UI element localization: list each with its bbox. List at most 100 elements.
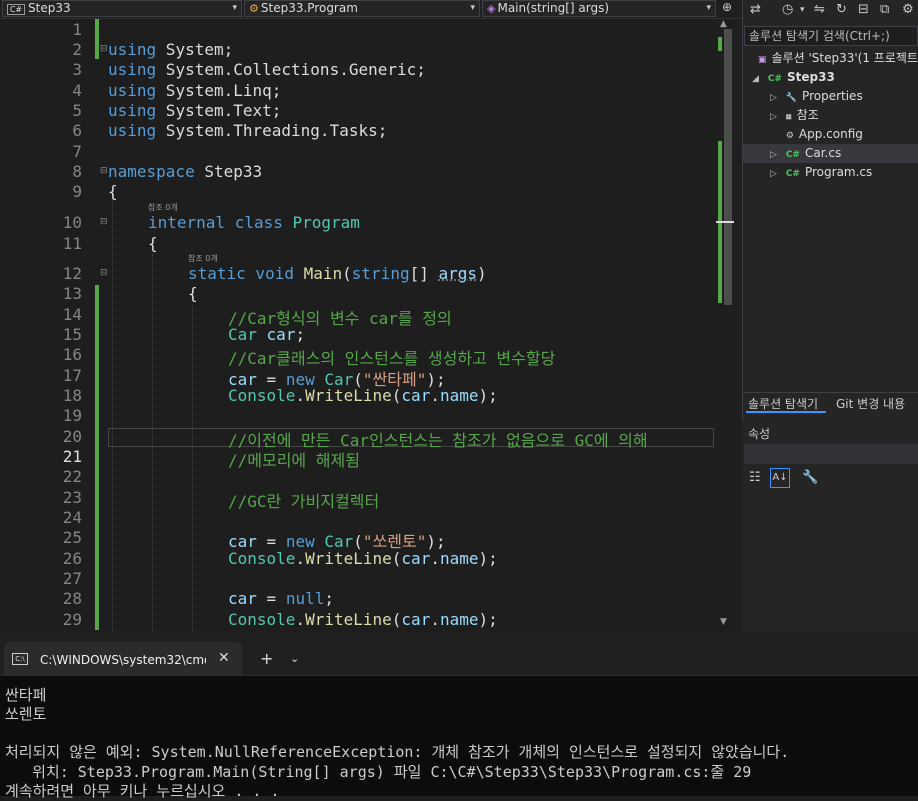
refresh-icon[interactable]: ↻ [836,2,847,17]
tree-item-references[interactable]: ▷ ⧈ 참조 [770,106,819,126]
line-number: 6 [72,121,82,140]
copy-icon[interactable]: ⧉ [880,2,889,17]
line-number: 14 [62,305,82,324]
line-number: 24 [62,508,82,527]
line-number: 19 [62,406,82,425]
csharp-project-icon: C# [767,74,782,84]
line-number: 25 [62,528,82,547]
expanded-arrow-icon[interactable]: ◢ [752,70,764,88]
collapse-icon[interactable]: ⊟ [100,217,108,227]
sync-icon[interactable]: ⇄ [750,2,761,17]
collapsed-arrow-icon[interactable]: ▷ [770,165,782,183]
reference-count-hint[interactable]: 참조 0개 [188,253,218,264]
change-marker [95,19,99,59]
reference-count-hint[interactable]: 참조 0개 [148,202,178,213]
collapse-all-icon[interactable]: ⊟ [858,2,869,17]
switch-view-icon[interactable]: ⇋ [814,2,825,17]
chevron-down-icon[interactable]: ⌄ [290,652,299,665]
line-number: 12 [62,264,82,283]
tree-item-properties[interactable]: ▷ 🔧 Properties [770,87,863,107]
line-number: 11 [62,234,82,253]
line-number: 22 [62,467,82,486]
code-line: using System; [108,40,234,59]
alphabetical-icon[interactable]: A↓ [770,468,790,488]
close-icon[interactable]: ✕ [218,650,230,666]
tree-item-car-cs[interactable]: ▷ C# Car.cs [770,144,841,164]
config-file-icon: ⚙ [785,131,794,141]
tree-item-project[interactable]: ◢ C# Step33 [752,68,835,88]
new-tab-icon[interactable]: + [260,649,273,668]
line-number: 9 [72,182,82,201]
scroll-down-icon[interactable]: ▼ [720,617,727,627]
project-dropdown[interactable]: C# Step33 ▾ [2,0,242,17]
code-line: car = null; [228,589,334,608]
solution-search-input[interactable]: 솔루션 탐색기 검색(Ctrl+;) [744,26,918,46]
line-number: 28 [62,589,82,608]
navigation-bar: C# Step33 ▾ ⚙ Step33.Program ▾ ◈ Main(strin… [0,0,742,19]
property-pages-icon[interactable]: 🔧 [802,470,818,485]
tree-item-program-cs[interactable]: ▷ C# Program.cs [770,163,872,183]
code-line: using System.Threading.Tasks; [108,121,388,140]
line-number: 17 [62,366,82,385]
code-line: Console.WriteLine(car.name); [228,386,498,405]
tab-git-changes[interactable]: Git 변경 내용 [836,395,905,412]
console-output-line: 싼타페 [5,686,47,704]
method-icon: ◈ [487,2,496,15]
class-dropdown[interactable]: ⚙ Step33.Program ▾ [244,0,480,17]
terminal-tab-title: C:\WINDOWS\system32\cmd [40,653,206,667]
collapse-icon[interactable]: ⊟ [100,166,108,176]
line-number: 5 [72,101,82,120]
chevron-down-icon[interactable]: ▾ [800,5,805,15]
line-number: 4 [72,81,82,100]
tree-item-solution[interactable]: ▣ 솔루션 'Step33'(1 프로젝트 [758,49,918,69]
console-output-line: 처리되지 않은 예외: System.NullReferenceExceptio… [5,743,790,761]
code-line: { [188,284,198,303]
collapse-icon[interactable]: ⊟ [100,44,108,54]
collapsed-arrow-icon[interactable]: ▷ [770,146,782,164]
split-view-icon[interactable]: ⊕ [722,0,732,14]
line-number: 18 [62,386,82,405]
line-number: 20 [62,427,82,446]
csharp-file-icon: C# [785,150,800,160]
member-dropdown[interactable]: ◈ Main(string[] args) ▾ [482,0,716,17]
scroll-up-icon[interactable]: ▲ [720,19,727,29]
active-tab-indicator [746,411,826,413]
code-line: Console.WriteLine(car.name); [228,610,498,629]
change-marker [95,285,99,630]
console-output-line: 위치: Step33.Program.Main(String[] args) 파… [5,763,752,781]
indent-guide [112,202,113,632]
code-line: static void Main(string[] args) [188,264,487,283]
cmd-icon: C:\ [12,653,28,665]
line-number: 2 [72,40,82,59]
tree-item-appconfig[interactable]: ⚙ App.config [770,125,863,145]
references-icon: ⧈ [785,112,792,122]
categorized-icon[interactable]: ☷ [749,470,761,485]
settings-icon[interactable]: ⚙ [902,2,914,17]
line-number: 1 [72,20,82,39]
change-map-marker [718,37,722,51]
tab-solution-explorer[interactable]: 솔루션 탐색기 [748,395,818,412]
line-number: 21 [62,447,82,466]
properties-title: 속성 [748,427,771,441]
collapse-icon[interactable]: ⊟ [100,268,108,278]
code-line: using System.Collections.Generic; [108,60,426,79]
comment-line: //GC란 가비지컬렉터 [228,492,380,511]
console-output-line: 계속하려면 아무 키나 누르십시오 . . . [5,782,280,800]
line-number: 26 [62,549,82,568]
code-line: Console.WriteLine(car.name); [228,549,498,568]
collapsed-arrow-icon[interactable]: ▷ [770,108,782,126]
line-number: 29 [62,610,82,629]
editor-scrollbar[interactable]: ▲ ▼ [716,19,734,632]
code-line: namespace Step33 [108,162,263,181]
collapsed-arrow-icon[interactable]: ▷ [770,89,782,107]
scroll-thumb[interactable] [724,29,732,305]
chevron-down-icon: ▾ [232,3,237,13]
history-icon[interactable]: ◷ [782,2,793,17]
chevron-down-icon: ▾ [470,3,475,13]
line-number: 3 [72,60,82,79]
line-number: 15 [62,325,82,344]
code-line: using System.Linq; [108,81,282,100]
properties-object-select[interactable] [744,444,918,464]
code-line: internal class Program [148,213,360,232]
comment-line: //메모리에 해제됨 [228,451,360,470]
